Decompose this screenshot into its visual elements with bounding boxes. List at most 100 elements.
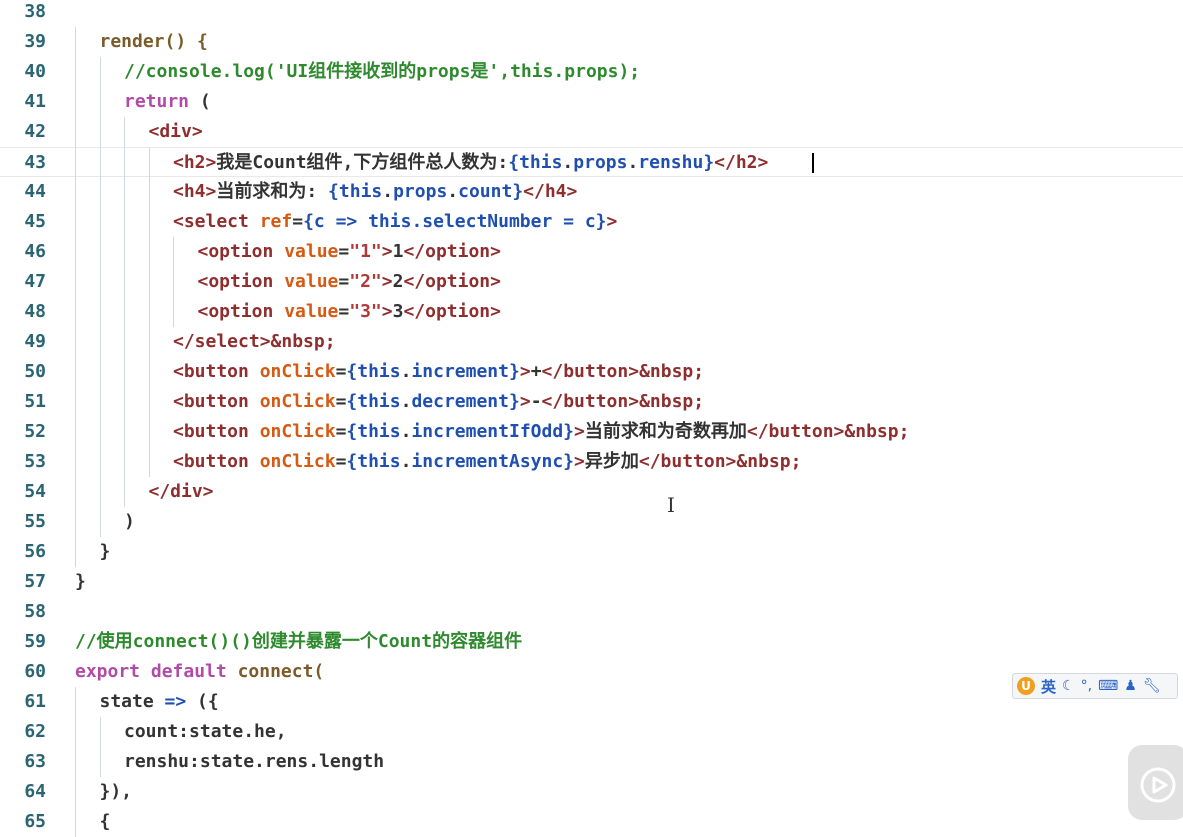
- code-line[interactable]: 51 <button onClick={this.decrement}>-</bu…: [0, 387, 1183, 417]
- code-text[interactable]: <button onClick={this.increment}>+</butt…: [173, 357, 704, 387]
- line-number: 45: [24, 211, 46, 232]
- code-token: (: [189, 91, 211, 112]
- code-text[interactable]: //使用connect()()创建并暴露一个Count的容器组件: [75, 627, 522, 657]
- code-text[interactable]: <option value="2">2</option>: [198, 267, 501, 297]
- code-token: onClick: [259, 361, 336, 382]
- user-icon[interactable]: ♟: [1124, 678, 1137, 694]
- code-line[interactable]: 52 <button onClick={this.incrementIfOdd}>…: [0, 417, 1183, 447]
- code-line[interactable]: 64}),: [0, 777, 1183, 807]
- code-token: &nbsp;: [270, 331, 336, 352]
- code-token: </button>: [638, 451, 737, 472]
- code-text[interactable]: return (: [124, 87, 211, 117]
- code-line[interactable]: 63 renshu:state.rens.length: [0, 747, 1183, 777]
- video-play-overlay[interactable]: [1128, 745, 1183, 820]
- code-editor[interactable]: 38 39 render() {40 //console.log('UI组件接收到的p…: [0, 0, 1183, 837]
- code-line[interactable]: 47 <option value="2">2</option>: [0, 267, 1183, 297]
- line-number: 49: [24, 331, 46, 352]
- line-number: 55: [24, 511, 46, 532]
- ime-toolbar[interactable]: U 英 ☾ °, ⌨ ♟ 🔧︎: [1012, 673, 1178, 699]
- line-number: 60: [24, 661, 46, 682]
- code-text[interactable]: render() {: [100, 27, 208, 57]
- code-token: &nbsp;: [844, 421, 910, 442]
- code-line[interactable]: 57}: [0, 567, 1183, 597]
- code-line[interactable]: 38: [0, 0, 1183, 27]
- ime-language-toggle[interactable]: 英: [1041, 676, 1056, 697]
- indent-guide: [148, 267, 150, 297]
- code-token: //使用connect()()创建并暴露一个Count的容器组件: [75, 631, 523, 652]
- indent-guide: [148, 207, 150, 237]
- code-line[interactable]: 40 //console.log('UI组件接收到的props是',this.pr…: [0, 57, 1183, 87]
- wrench-icon[interactable]: 🔧︎: [1143, 678, 1161, 694]
- code-line[interactable]: 42 <div>: [0, 117, 1183, 147]
- text-caret: [812, 153, 814, 173]
- code-line[interactable]: 44 <h4>当前求和为: {this.props.count}</h4>: [0, 177, 1183, 207]
- punctuation-icon[interactable]: °,: [1081, 678, 1092, 694]
- code-text[interactable]: <button onClick={this.incrementAsync}>异步…: [173, 447, 801, 477]
- code-text[interactable]: </select>&nbsp;: [173, 327, 336, 357]
- code-line[interactable]: 60 export default connect(: [0, 657, 1183, 687]
- code-token: }: [595, 211, 607, 232]
- line-number: 56: [24, 541, 46, 562]
- code-line[interactable]: 45 <select ref={c => this.selectNumber = …: [0, 207, 1183, 237]
- code-text[interactable]: <option value="1">1</option>: [198, 237, 501, 267]
- line-number: 65: [24, 811, 46, 832]
- code-line[interactable]: 43 <h2>我是Count组件,下方组件总人数为:{this.props.ren…: [0, 147, 1183, 178]
- code-text[interactable]: <option value="3">3</option>: [198, 297, 501, 327]
- code-line[interactable]: 61 state => ({: [0, 687, 1183, 717]
- code-token: =: [338, 271, 350, 292]
- code-text[interactable]: <button onClick={this.decrement}>-</butt…: [173, 387, 704, 417]
- code-text[interactable]: {: [100, 807, 111, 837]
- code-line[interactable]: 48 <option value="3">3</option>: [0, 297, 1183, 327]
- code-token: this: [357, 361, 401, 382]
- indent-guide: [124, 207, 125, 237]
- code-token: 异步加: [584, 451, 639, 472]
- code-token: </option>: [403, 271, 501, 292]
- code-line[interactable]: 59 //使用connect()()创建并暴露一个Count的容器组件: [0, 627, 1183, 657]
- code-line[interactable]: 65 {: [0, 807, 1183, 837]
- code-line[interactable]: 39 render() {: [0, 27, 1183, 57]
- code-line[interactable]: 50 <button onClick={this.increment}>+</bu…: [0, 357, 1183, 387]
- ime-logo-icon[interactable]: U: [1017, 677, 1035, 695]
- code-text[interactable]: renshu:state.rens.length: [124, 747, 384, 777]
- code-text[interactable]: //console.log('UI组件接收到的props是',this.prop…: [124, 57, 640, 87]
- code-text[interactable]: count:state.he,: [124, 717, 287, 747]
- indent-guide: [75, 507, 76, 537]
- code-token: onClick: [259, 421, 336, 442]
- code-token: =: [335, 361, 347, 382]
- code-text[interactable]: </div>: [149, 477, 214, 507]
- code-text[interactable]: }: [100, 537, 111, 567]
- code-line[interactable]: 41 return (: [0, 87, 1183, 117]
- code-text[interactable]: state => ({: [100, 687, 219, 717]
- moon-icon[interactable]: ☾: [1062, 678, 1075, 694]
- code-line[interactable]: 54 </div>: [0, 477, 1183, 507]
- code-line[interactable]: 62 count:state.he,: [0, 717, 1183, 747]
- indent-guide: [148, 297, 150, 327]
- code-token: this: [357, 421, 401, 442]
- code-token: </option>: [403, 241, 501, 262]
- code-line[interactable]: 56}: [0, 537, 1183, 567]
- code-line[interactable]: 55): [0, 507, 1183, 537]
- indent-guide: [99, 57, 101, 87]
- code-line[interactable]: 46 <option value="1">1</option>: [0, 237, 1183, 267]
- indent-guide: [124, 357, 125, 387]
- code-text[interactable]: }),: [100, 777, 133, 807]
- code-text[interactable]: }: [75, 567, 86, 597]
- code-text[interactable]: <h4>当前求和为: {this.props.count}</h4>: [173, 177, 577, 207]
- code-text[interactable]: <h2>我是Count组件,下方组件总人数为:{this.props.rensh…: [173, 148, 768, 178]
- code-line[interactable]: 58: [0, 597, 1183, 627]
- code-token: }: [563, 421, 575, 442]
- code-token: 当前求和为奇数再加: [584, 421, 747, 442]
- code-text[interactable]: export default connect(: [75, 657, 324, 687]
- code-token: </h2>: [714, 152, 769, 173]
- code-text[interactable]: <div>: [149, 117, 203, 147]
- code-token: &nbsp;: [736, 451, 802, 472]
- code-text[interactable]: ): [124, 507, 135, 537]
- keyboard-icon[interactable]: ⌨: [1098, 678, 1118, 694]
- code-text[interactable]: <button onClick={this.incrementIfOdd}>当前…: [173, 417, 909, 447]
- code-line[interactable]: 53 <button onClick={this.incrementAsync}>…: [0, 447, 1183, 477]
- indent-guide: [124, 267, 125, 297]
- indent-guide: [99, 477, 101, 507]
- code-line[interactable]: 49 </select>&nbsp;: [0, 327, 1183, 357]
- code-text[interactable]: <select ref={c => this.selectNumber = c}…: [173, 207, 617, 237]
